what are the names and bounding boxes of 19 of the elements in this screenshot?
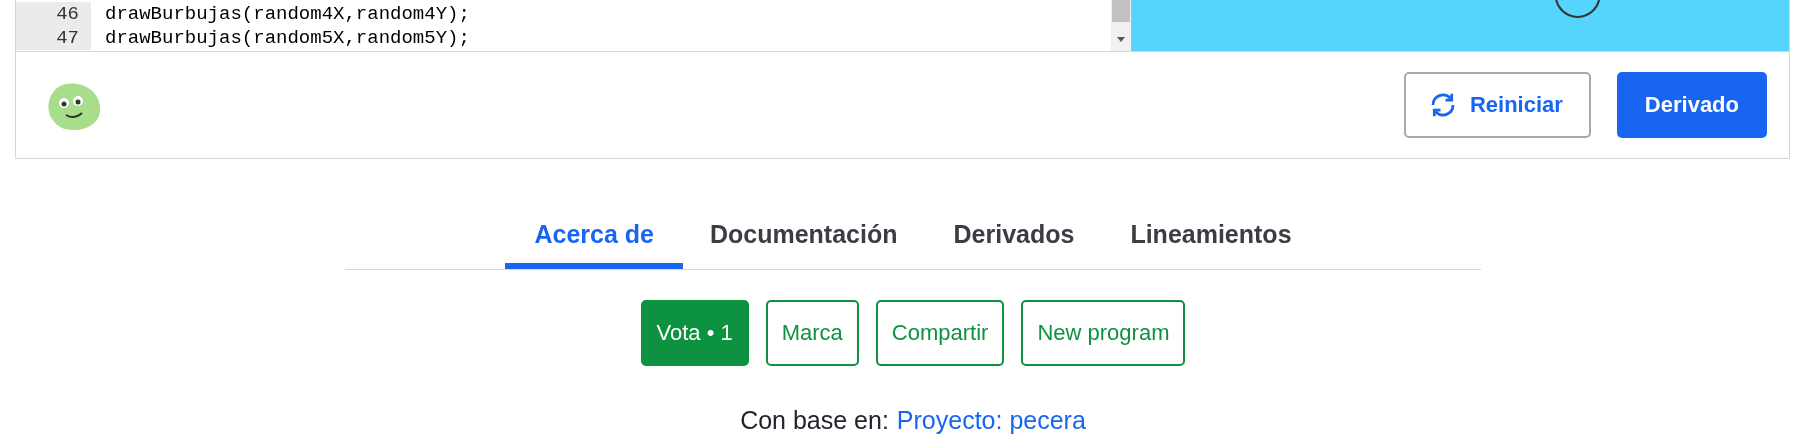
- scroll-down-icon[interactable]: [1116, 37, 1126, 43]
- action-button[interactable]: Vota • 1: [640, 300, 749, 366]
- tab[interactable]: Derivados: [924, 220, 1104, 269]
- code-line: drawBurbujas(random5X,random5Y);: [104, 27, 470, 49]
- action-button[interactable]: New program: [1021, 300, 1186, 366]
- action-button[interactable]: Compartir: [875, 300, 1005, 366]
- fork-button[interactable]: Derivado: [1616, 72, 1767, 138]
- tab[interactable]: Acerca de: [505, 220, 683, 269]
- code-line: drawBurbujas(random4X,random4Y);: [104, 3, 470, 25]
- code-editor[interactable]: 46 drawBurbujas(random4X,random4Y); 47 drawBurbujas(random5X,random5Y);: [16, 0, 1131, 51]
- based-on-label: Con base en:: [740, 406, 889, 434]
- tab[interactable]: Lineamientos: [1101, 220, 1321, 269]
- line-number: 46: [16, 2, 91, 26]
- tab[interactable]: Documentación: [680, 220, 927, 269]
- restart-button[interactable]: Reiniciar: [1403, 72, 1591, 138]
- action-button[interactable]: Marca: [765, 300, 859, 366]
- line-number: 47: [16, 26, 91, 50]
- project-link[interactable]: Proyecto: pecera: [896, 406, 1086, 434]
- scrollbar[interactable]: [1111, 0, 1131, 51]
